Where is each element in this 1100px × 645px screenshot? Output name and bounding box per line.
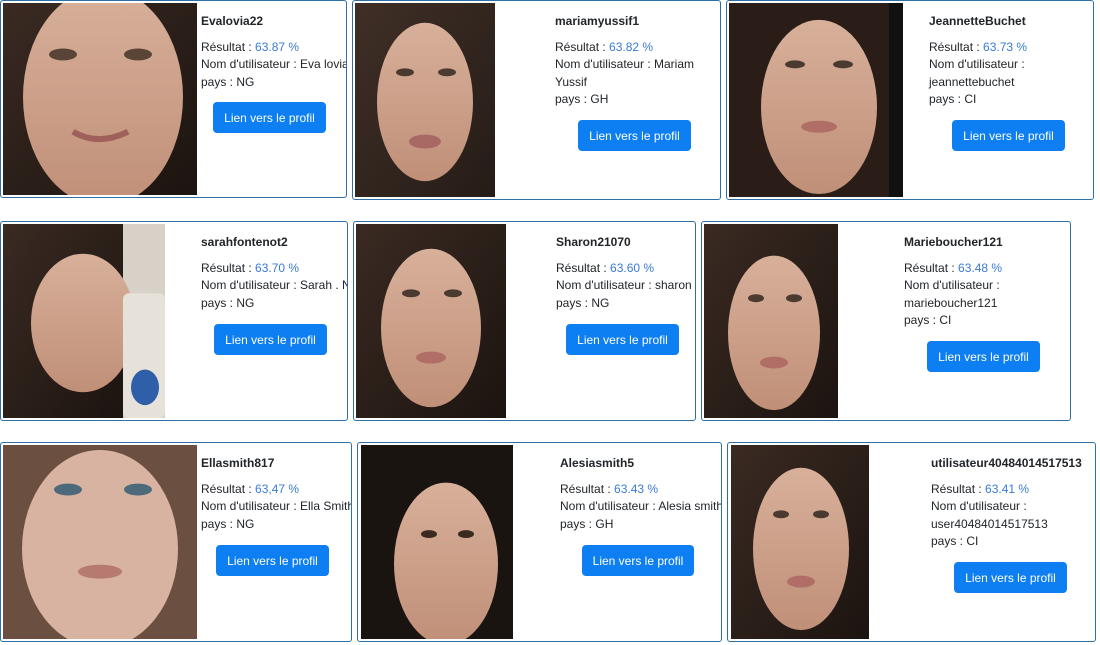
- profile-link-button[interactable]: Lien vers le profil: [927, 341, 1040, 372]
- profile-info: utilisateur40484014517513 Résultat : 63.…: [931, 455, 1091, 551]
- portrait-image: [3, 224, 165, 418]
- profile-username: Evalovia22: [201, 14, 264, 28]
- profile-link-button[interactable]: Lien vers le profil: [954, 562, 1067, 593]
- profile-card: Evalovia22 Résultat : 63.87 % Nom d'util…: [0, 0, 347, 198]
- match-score: 63.82 %: [609, 39, 654, 54]
- portrait-image: [704, 224, 838, 418]
- country-value: NG: [236, 295, 255, 310]
- user-name-value: Ella Smith: [300, 499, 352, 513]
- match-score: 63.70 %: [255, 260, 300, 275]
- match-score: 63.87 %: [255, 39, 300, 54]
- profile-username: mariamyussif1: [555, 14, 640, 28]
- portrait-image: [356, 224, 506, 418]
- profile-info: Evalovia22 Résultat : 63.87 % Nom d'util…: [201, 14, 347, 89]
- portrait-image: [355, 3, 495, 197]
- user-name-value: sharon: [655, 278, 692, 292]
- profile-username: sarahfontenot2: [201, 235, 288, 249]
- profile-link-button[interactable]: Lien vers le profil: [216, 545, 329, 576]
- profile-username: Sharon21070: [556, 235, 631, 249]
- profile-username: Marieboucher121: [904, 235, 1003, 249]
- profile-photo: [355, 3, 495, 197]
- country-value: GH: [590, 92, 609, 106]
- country-value: NG: [236, 516, 255, 531]
- profile-link-button[interactable]: Lien vers le profil: [213, 102, 326, 133]
- profile-info: sarahfontenot2 Résultat : 63.70 % Nom d'…: [201, 234, 347, 312]
- match-score: 63.73 %: [983, 39, 1028, 54]
- profile-link-button[interactable]: Lien vers le profil: [952, 120, 1065, 151]
- user-name-value: marieboucher121: [904, 295, 998, 310]
- profile-photo: [3, 3, 197, 195]
- user-name-value: jeannettebuchet: [929, 74, 1015, 89]
- profile-card: utilisateur40484014517513 Résultat : 63.…: [727, 442, 1096, 642]
- profile-username: JeannetteBuchet: [929, 14, 1026, 28]
- profile-photo: [3, 224, 165, 418]
- profile-card: Alesiasmith5 Résultat : 63.43 % Nom d'ut…: [357, 442, 722, 642]
- profile-link-button[interactable]: Lien vers le profil: [578, 120, 691, 151]
- user-name-value: user40484014517513: [931, 516, 1048, 531]
- profile-link-button[interactable]: Lien vers le profil: [566, 324, 679, 355]
- country-value: CI: [939, 313, 952, 327]
- profile-username: Alesiasmith5: [560, 456, 635, 470]
- portrait-image: [361, 445, 513, 639]
- profile-card: mariamyussif1 Résultat : 63.82 % Nom d'u…: [352, 0, 721, 200]
- profile-photo: [729, 3, 903, 197]
- profile-card: Marieboucher121 Résultat : 63.48 % Nom d…: [701, 221, 1071, 421]
- match-score: 63.43 %: [614, 481, 659, 496]
- user-name-value: Eva lovia: [300, 57, 347, 71]
- profile-link-button[interactable]: Lien vers le profil: [582, 545, 694, 576]
- profile-card: Sharon21070 Résultat : 63.60 % Nom d'uti…: [353, 221, 696, 421]
- match-score: 63.60 %: [610, 260, 655, 275]
- profile-info: Ellasmith817 Résultat : 63,47 % Nom d'ut…: [201, 455, 351, 533]
- portrait-image: [3, 3, 197, 195]
- profile-username: Ellasmith817: [201, 456, 275, 470]
- country-value: CI: [966, 534, 979, 548]
- portrait-image: [731, 445, 869, 639]
- match-score: 63,47 %: [255, 481, 300, 496]
- profile-photo: [731, 445, 869, 639]
- profile-card: sarahfontenot2 Résultat : 63.70 % Nom d'…: [0, 221, 348, 421]
- profile-card: JeannetteBuchet Résultat : 63.73 % Nom d…: [726, 0, 1094, 200]
- country-value: CI: [964, 92, 977, 106]
- profile-card: Ellasmith817 Résultat : 63,47 % Nom d'ut…: [0, 442, 352, 642]
- profile-photo: [361, 445, 513, 639]
- match-score: 63.48 %: [958, 260, 1003, 275]
- profile-photo: [704, 224, 838, 418]
- profile-photo: [356, 224, 506, 418]
- country-value: NG: [236, 74, 255, 89]
- profile-info: JeannetteBuchet Résultat : 63.73 % Nom d…: [929, 13, 1079, 109]
- profile-info: mariamyussif1 Résultat : 63.82 % Nom d'u…: [555, 13, 705, 109]
- country-value: NG: [591, 295, 610, 310]
- user-name-value: Alesia smith: [658, 499, 722, 513]
- country-value: GH: [595, 516, 614, 531]
- profile-info: Marieboucher121 Résultat : 63.48 % Nom d…: [904, 234, 1054, 330]
- match-score: 63.41 %: [985, 481, 1030, 496]
- profile-photo: [3, 445, 197, 639]
- profile-info: Sharon21070 Résultat : 63.60 % Nom d'uti…: [556, 234, 695, 312]
- portrait-image: [3, 445, 197, 639]
- profile-username: utilisateur40484014517513: [931, 456, 1082, 470]
- profile-info: Alesiasmith5 Résultat : 63.43 % Nom d'ut…: [560, 456, 722, 531]
- user-name-value: Sarah . N: [300, 278, 348, 292]
- profile-link-button[interactable]: Lien vers le profil: [214, 324, 327, 355]
- portrait-image: [729, 3, 903, 197]
